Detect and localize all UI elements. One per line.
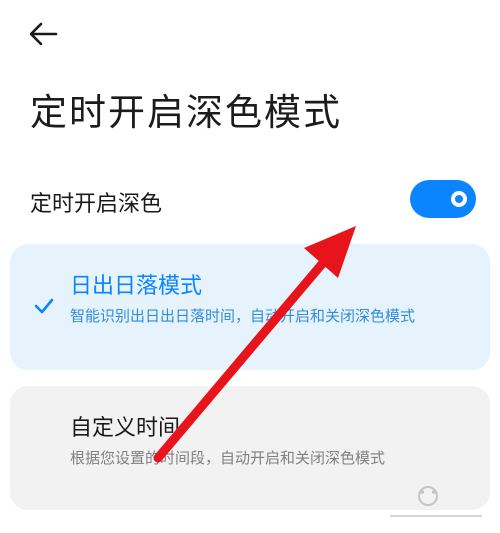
option-description: 智能识别出日出日落时间，自动开启和关闭深色模式 bbox=[70, 307, 416, 325]
watermark-logo bbox=[390, 486, 482, 517]
back-button[interactable] bbox=[24, 16, 64, 52]
toggle-knob bbox=[451, 191, 467, 207]
scheduled-dark-mode-row[interactable]: 定时开启深色 bbox=[30, 178, 476, 222]
option-title: 自定义时间 bbox=[70, 416, 181, 441]
option-sunrise-sunset[interactable]: 日出日落模式 智能识别出日出日落时间，自动开启和关闭深色模式 bbox=[10, 244, 490, 370]
option-title: 日出日落模式 bbox=[70, 274, 203, 299]
scheduled-dark-mode-label: 定时开启深色 bbox=[30, 192, 163, 217]
back-arrow-icon bbox=[29, 22, 58, 46]
page-title: 定时开启深色模式 bbox=[30, 91, 342, 134]
checkmark-icon bbox=[34, 298, 54, 314]
scheduled-dark-mode-toggle[interactable] bbox=[410, 180, 476, 218]
option-description: 根据您设置的时间段，自动开启和关闭深色模式 bbox=[70, 449, 386, 467]
